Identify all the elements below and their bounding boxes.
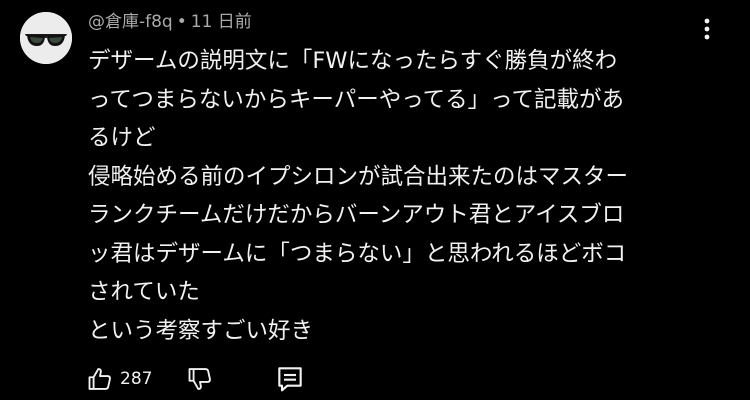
comment-text-line: デザームの説明文に「FWになったらすぐ勝負が終わ [88, 48, 618, 74]
more-options-button[interactable] [694, 14, 720, 44]
like-count: 287 [120, 369, 153, 389]
thumbs-down-icon [188, 368, 211, 390]
comment-text-line: されていた [88, 279, 200, 305]
reply-button[interactable] [274, 362, 306, 396]
avatar[interactable] [20, 12, 72, 64]
dislike-button[interactable] [186, 362, 214, 396]
timestamp[interactable]: 11 日前 [191, 12, 252, 32]
comment-text-line: ってつまらないからキーパーやってる」って記載があ [88, 86, 624, 113]
comment-text-line: るけど [88, 125, 156, 151]
comment-text: デザームの説明文に「FWになったらすぐ勝負が終わ ってつまらないからキーパーやっ… [88, 42, 728, 350]
thumbs-up-icon [88, 368, 111, 390]
reply-comment-icon [278, 367, 302, 392]
more-vertical-icon [704, 18, 710, 40]
author-name[interactable]: @倉庫-f8q [88, 12, 173, 32]
like-button[interactable]: 287 [86, 362, 152, 396]
sunglasses-avatar-icon [20, 12, 72, 64]
comment-item: @倉庫-f8q • 11 日前 デザームの説明文に「FWになったらすぐ勝負が終わ っ… [0, 0, 750, 400]
comment-header: @倉庫-f8q • 11 日前 [88, 10, 252, 34]
comment-text-line: ランクチームだけだからバーンアウト君とアイスブロ [88, 202, 625, 228]
comment-text-line: という考察すごい好き [88, 317, 314, 344]
comment-text-line: ッ君はデザームに「つまらない」と思われるほどボコ [88, 240, 627, 267]
comment-text-line: 侵略始める前のイプシロンが試合出来たのはマスター [88, 163, 629, 190]
meta-separator: • [176, 12, 187, 32]
